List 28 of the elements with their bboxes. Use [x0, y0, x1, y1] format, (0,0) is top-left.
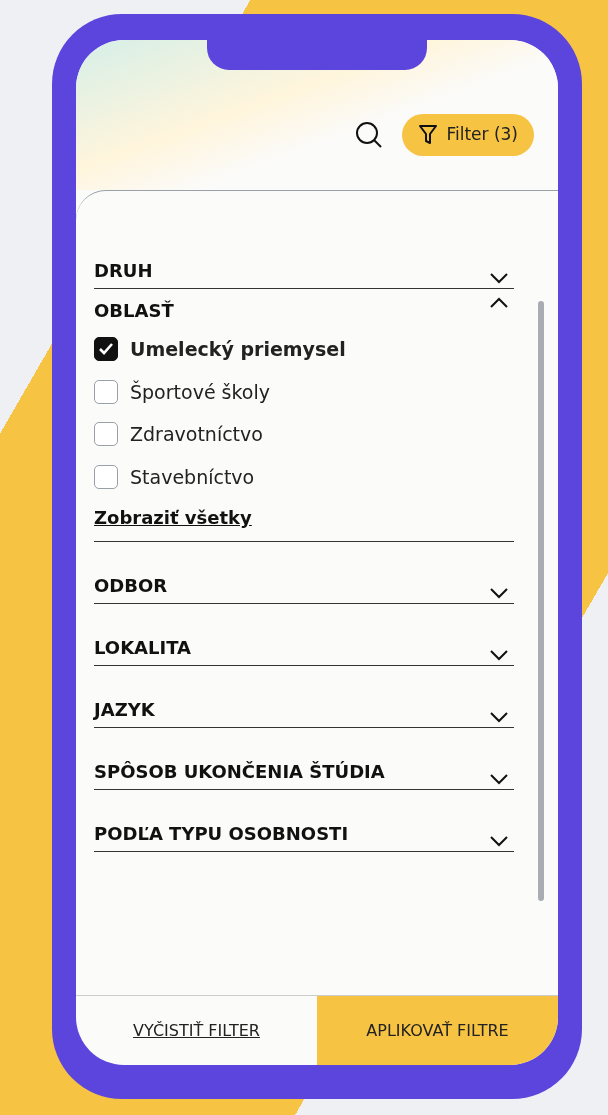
option-label: Stavebníctvo: [130, 464, 255, 490]
checkbox[interactable]: [94, 422, 118, 447]
clear-filter-button[interactable]: VYČISTIŤ FILTER: [76, 996, 317, 1065]
checkbox[interactable]: [94, 379, 118, 404]
checkbox[interactable]: [94, 337, 118, 362]
section-header[interactable]: LOKALITA: [94, 634, 514, 665]
chevron-down-icon: [490, 836, 508, 847]
chevron-down-icon: [490, 650, 508, 661]
chevron-down-icon: [490, 588, 508, 599]
chevron-down-icon: [490, 712, 508, 723]
option-label: Umelecký priemysel: [130, 337, 346, 362]
section-header[interactable]: SPÔSOB UKONČENIA ŠTÚDIA: [94, 758, 514, 789]
section-header[interactable]: DRUH: [94, 257, 514, 288]
option-label: Zdravotníctvo: [130, 422, 263, 447]
section-header[interactable]: JAZYK: [94, 696, 514, 727]
funnel-icon: [418, 124, 439, 146]
section-header[interactable]: PODĽA TYPU OSOBNOSTI: [94, 820, 514, 851]
section-header[interactable]: OBLASŤ: [94, 297, 514, 328]
section-header[interactable]: ODBOR: [94, 572, 514, 603]
filter-button[interactable]: Filter (3): [402, 114, 534, 156]
checkbox[interactable]: [94, 464, 118, 489]
apply-filters-button[interactable]: APLIKOVAŤ FILTRE: [317, 996, 558, 1065]
option-label: Športové školy: [130, 379, 270, 405]
check-icon: [98, 342, 114, 357]
show-all-link[interactable]: Zobraziť všetky: [94, 504, 252, 531]
chevron-down-icon: [490, 774, 508, 785]
chevron-up-icon: [490, 297, 508, 308]
chevron-down-icon: [490, 273, 508, 284]
